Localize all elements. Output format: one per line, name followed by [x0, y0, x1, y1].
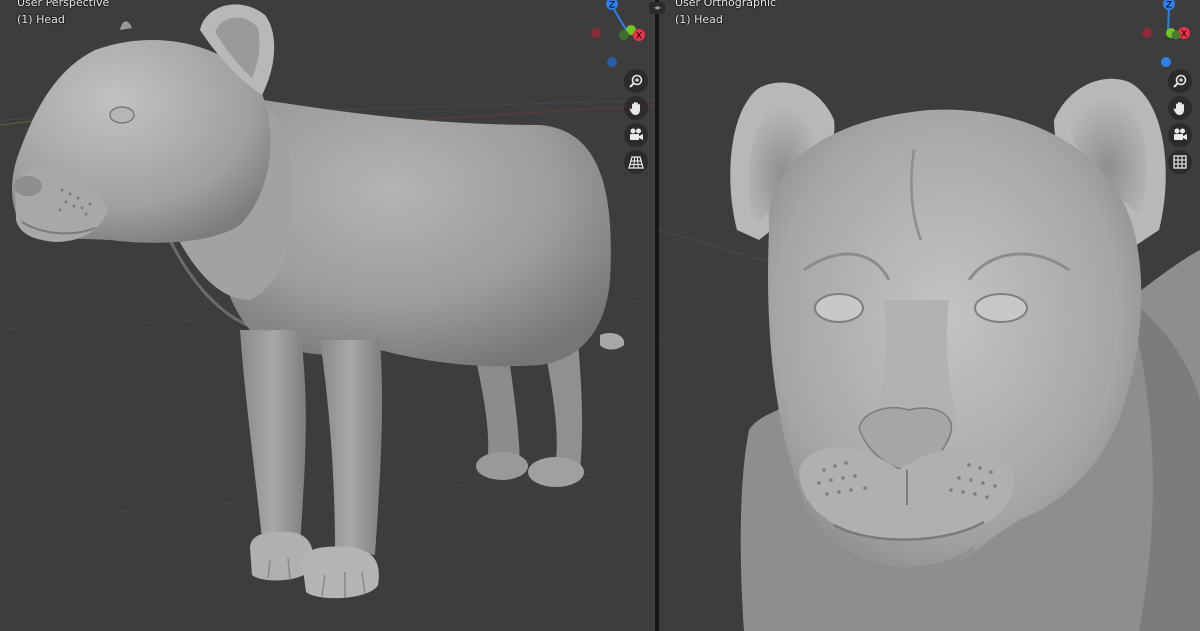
axis-neg-y-handle[interactable]	[619, 30, 629, 40]
pan-button[interactable]	[1168, 96, 1192, 120]
active-object-label: (1) Head	[675, 13, 723, 26]
perspective-toggle-button[interactable]	[1168, 150, 1192, 174]
sculpt-mesh-perspective[interactable]	[0, 0, 655, 631]
camera-icon	[1174, 128, 1187, 140]
grid-view-icon	[1173, 155, 1187, 169]
axis-x-label: X	[1181, 30, 1187, 40]
view-mode-label: User Perspective	[17, 0, 110, 9]
zoom-button[interactable]	[624, 69, 648, 93]
axis-x-label: X	[636, 32, 642, 42]
zoom-icon	[629, 74, 643, 88]
grid-view-icon	[628, 156, 644, 169]
axis-z-label: Z	[1166, 1, 1172, 11]
viewport-right[interactable]: User Orthographic (1) Head Z X	[659, 0, 1200, 631]
camera-icon	[630, 128, 643, 140]
active-object-label: (1) Head	[17, 13, 65, 26]
axis-neg-x-handle[interactable]	[1142, 28, 1152, 38]
navigation-buttons	[1168, 69, 1192, 177]
navigation-gizmo[interactable]: Z X	[1120, 0, 1200, 70]
perspective-toggle-button[interactable]	[624, 150, 648, 174]
sculpt-mesh-orthographic[interactable]	[659, 0, 1200, 631]
area-resize-handle[interactable]: ◂▸	[649, 2, 665, 14]
viewport-left[interactable]: User Perspective (1) Head Z X	[0, 0, 655, 631]
blender-app: User Perspective (1) Head Z X ◂▸ User Or…	[0, 0, 1200, 631]
navigation-gizmo[interactable]: Z X	[572, 0, 652, 70]
camera-view-button[interactable]	[1168, 123, 1192, 147]
axis-z-label: Z	[609, 1, 615, 11]
pan-button[interactable]	[624, 96, 648, 120]
view-mode-label: User Orthographic	[675, 0, 777, 9]
zoom-button[interactable]	[1168, 69, 1192, 93]
axis-neg-z-handle[interactable]	[607, 57, 617, 67]
pan-hand-icon	[629, 102, 640, 115]
zoom-icon	[1173, 74, 1187, 88]
navigation-buttons	[624, 69, 648, 177]
camera-view-button[interactable]	[624, 123, 648, 147]
axis-neg-y-handle[interactable]	[1171, 30, 1181, 40]
axis-neg-z-handle[interactable]	[1161, 57, 1171, 67]
pan-hand-icon	[1173, 102, 1184, 115]
axis-neg-x-handle[interactable]	[591, 28, 601, 38]
